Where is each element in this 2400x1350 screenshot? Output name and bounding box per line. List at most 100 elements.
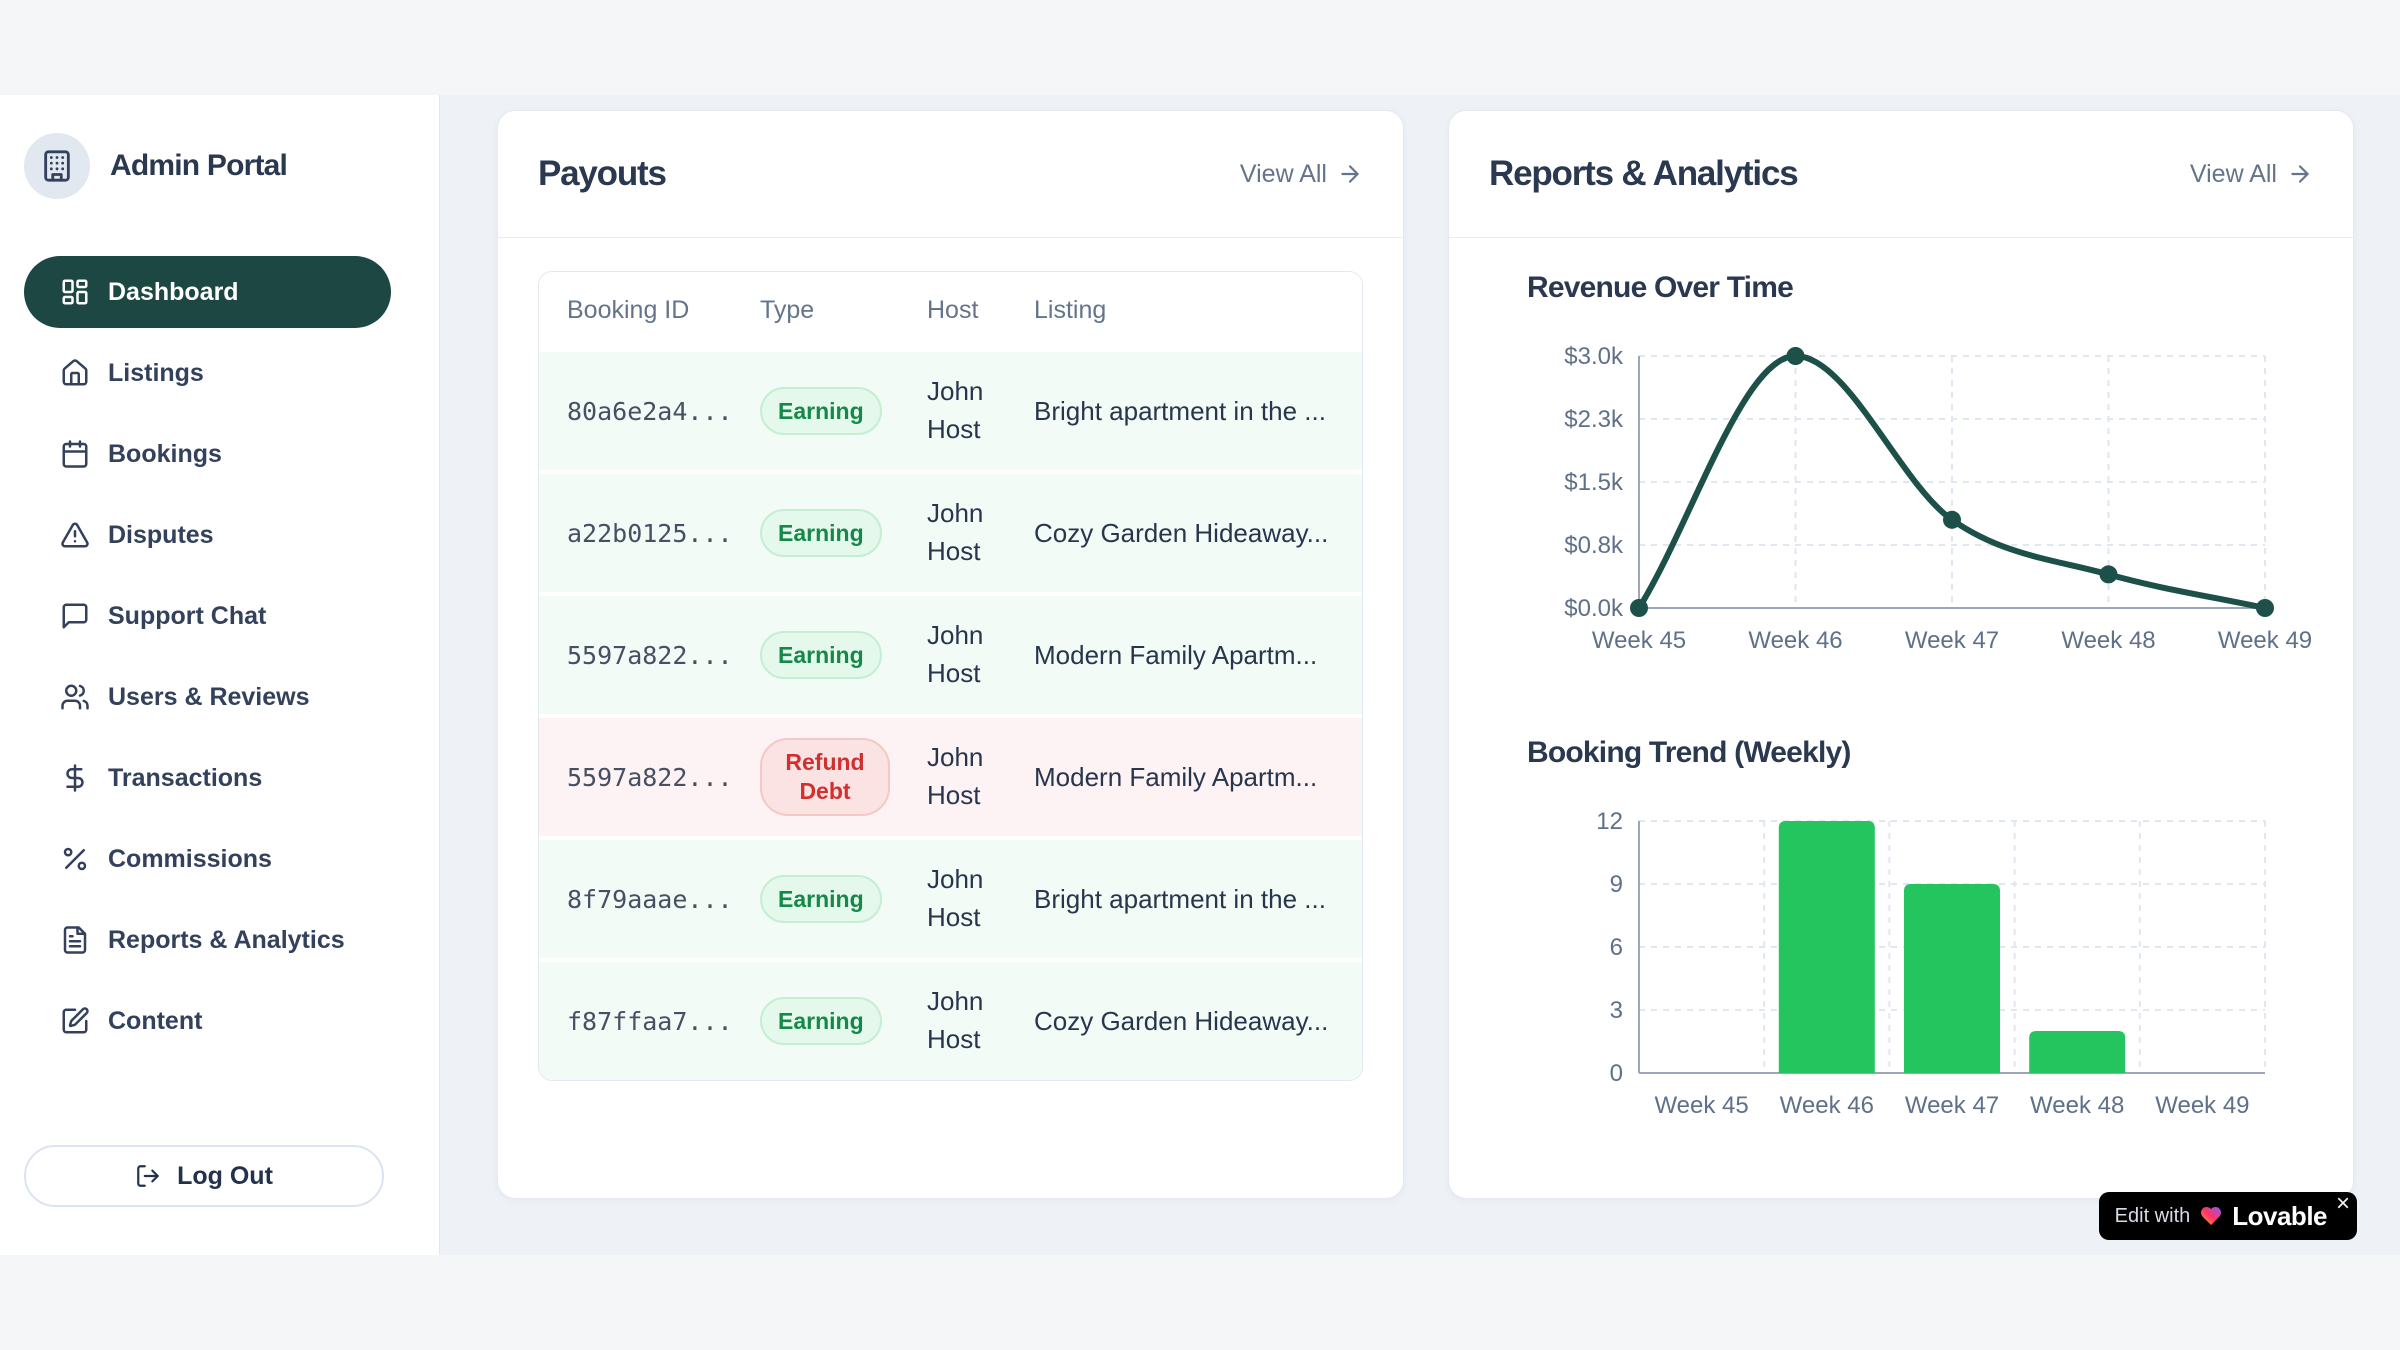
sidebar-item-commissions[interactable]: Commissions: [24, 823, 391, 895]
logout-label: Log Out: [177, 1162, 273, 1191]
svg-text:12: 12: [1596, 808, 1623, 835]
sidebar-item-dashboard[interactable]: Dashboard: [24, 256, 391, 328]
view-all-label: View All: [1240, 160, 1327, 189]
sidebar-item-label: Content: [108, 1007, 202, 1036]
sidebar-item-content[interactable]: Content: [24, 985, 391, 1057]
payout-row: 8f79aaae...EarningJohn HostBright apartm…: [539, 836, 1362, 958]
app-title: Admin Portal: [110, 149, 287, 183]
alert-triangle-icon: [60, 520, 90, 550]
svg-text:$3.0k: $3.0k: [1564, 343, 1624, 370]
svg-text:Week 47: Week 47: [1905, 1092, 1999, 1119]
booking-id-cell: 5597a822...: [539, 714, 732, 836]
page-background: Admin Portal Dashboard Listings Bookings Di…: [0, 95, 2400, 1255]
app-logo-row: Admin Portal: [24, 133, 287, 199]
calendar-icon: [60, 439, 90, 469]
host-cell: John Host: [899, 958, 1006, 1080]
listing-cell: Modern Family Apartm...: [1006, 714, 1362, 836]
svg-text:Week 46: Week 46: [1780, 1092, 1874, 1119]
booking-id-cell: 8f79aaae...: [539, 836, 732, 958]
lovable-brand-label: Lovable: [2232, 1201, 2327, 1232]
dollar-icon: [60, 763, 90, 793]
booking-id-cell: a22b0125...: [539, 470, 732, 592]
column-header-host: Host: [899, 272, 1006, 348]
chat-bubble-icon: [60, 601, 90, 631]
svg-text:$2.3k: $2.3k: [1564, 406, 1624, 433]
sidebar-item-bookings[interactable]: Bookings: [24, 418, 391, 490]
svg-text:Week 49: Week 49: [2218, 627, 2312, 654]
logout-button[interactable]: Log Out: [24, 1145, 384, 1207]
host-cell: John Host: [899, 470, 1006, 592]
svg-text:3: 3: [1610, 997, 1623, 1024]
lovable-prefix-label: Edit with: [2115, 1205, 2191, 1228]
column-header-type: Type: [732, 272, 899, 348]
file-text-icon: [60, 925, 90, 955]
sidebar-item-disputes[interactable]: Disputes: [24, 499, 391, 571]
svg-text:9: 9: [1610, 871, 1623, 898]
svg-text:$0.8k: $0.8k: [1564, 532, 1624, 559]
sidebar-item-transactions[interactable]: Transactions: [24, 742, 391, 814]
sidebar-item-label: Commissions: [108, 845, 272, 874]
percent-icon: [60, 844, 90, 874]
sidebar-nav: Dashboard Listings Bookings Disputes Support…: [24, 256, 391, 1066]
table-header-row: Booking IDTypeHostListing: [539, 272, 1362, 348]
svg-text:0: 0: [1610, 1060, 1623, 1087]
dashboard-grid-icon: [60, 277, 90, 307]
type-cell: Earning: [732, 836, 899, 958]
sidebar-item-label: Users & Reviews: [108, 683, 310, 712]
sidebar-item-support-chat[interactable]: Support Chat: [24, 580, 391, 652]
revenue-chart-title: Revenue Over Time: [1527, 271, 2313, 305]
sidebar-item-label: Disputes: [108, 521, 214, 550]
booking-bar-chart: 036912Week 45Week 46Week 47Week 48Week 4…: [1489, 799, 2315, 1129]
sidebar-item-label: Bookings: [108, 440, 222, 469]
type-cell: Refund Debt: [732, 714, 899, 836]
status-badge: Earning: [760, 875, 882, 924]
reports-title: Reports & Analytics: [1489, 154, 1798, 194]
listing-cell: Modern Family Apartm...: [1006, 592, 1362, 714]
file-pen-icon: [60, 1006, 90, 1036]
column-header-listing: Listing: [1006, 272, 1362, 348]
sidebar-item-listings[interactable]: Listings: [24, 337, 391, 409]
users-icon: [60, 682, 90, 712]
payouts-view-all-link[interactable]: View All: [1240, 160, 1363, 189]
payouts-card-header: Payouts View All: [498, 111, 1403, 238]
svg-text:Week 45: Week 45: [1654, 1092, 1748, 1119]
building-icon: [24, 133, 90, 199]
type-cell: Earning: [732, 470, 899, 592]
payout-row: 80a6e2a4...EarningJohn HostBright apartm…: [539, 348, 1362, 470]
sidebar-item-users-reviews[interactable]: Users & Reviews: [24, 661, 391, 733]
sidebar: Admin Portal Dashboard Listings Bookings Di…: [0, 95, 440, 1255]
sidebar-item-reports-analytics[interactable]: Reports & Analytics: [24, 904, 391, 976]
booking-id-cell: 5597a822...: [539, 592, 732, 714]
listing-cell: Bright apartment in the ...: [1006, 348, 1362, 470]
close-icon[interactable]: ×: [2336, 1192, 2350, 1216]
svg-text:Week 45: Week 45: [1592, 627, 1686, 654]
arrow-right-icon: [2287, 161, 2313, 187]
payouts-card: Payouts View All Booking IDTypeHostListi…: [497, 110, 1404, 1199]
view-all-label: View All: [2190, 160, 2277, 189]
sidebar-item-label: Listings: [108, 359, 204, 388]
reports-view-all-link[interactable]: View All: [2190, 160, 2313, 189]
lovable-badge[interactable]: Edit with Lovable ×: [2099, 1192, 2357, 1240]
payout-row: f87ffaa7...EarningJohn HostCozy Garden H…: [539, 958, 1362, 1080]
column-header-booking-id: Booking ID: [539, 272, 732, 348]
sidebar-item-label: Support Chat: [108, 602, 266, 631]
host-cell: John Host: [899, 348, 1006, 470]
type-cell: Earning: [732, 348, 899, 470]
arrow-right-icon: [1337, 161, 1363, 187]
heart-icon: [2199, 1204, 2223, 1228]
revenue-line-chart: $0.0k$0.8k$1.5k$2.3k$3.0kWeek 45Week 46W…: [1489, 334, 2315, 664]
log-out-icon: [135, 1163, 161, 1189]
listing-cell: Bright apartment in the ...: [1006, 836, 1362, 958]
payout-row: 5597a822...EarningJohn HostModern Family…: [539, 592, 1362, 714]
svg-text:6: 6: [1610, 934, 1623, 961]
status-badge: Earning: [760, 631, 882, 680]
reports-card: Reports & Analytics View All Revenue Ove…: [1448, 110, 2354, 1199]
status-badge: Earning: [760, 997, 882, 1046]
host-cell: John Host: [899, 714, 1006, 836]
payouts-title: Payouts: [538, 154, 666, 194]
payout-row: 5597a822... Refund DebtJohn HostModern Fa…: [539, 714, 1362, 836]
listing-cell: Cozy Garden Hideaway...: [1006, 470, 1362, 592]
type-cell: Earning: [732, 592, 899, 714]
payout-row: a22b0125...EarningJohn HostCozy Garden H…: [539, 470, 1362, 592]
status-badge: Refund Debt: [760, 738, 890, 816]
